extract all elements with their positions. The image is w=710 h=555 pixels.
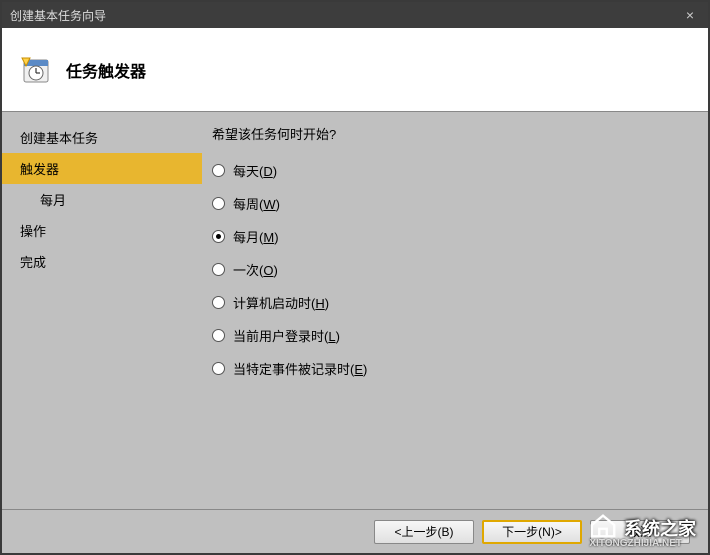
radio-row: 当前用户登录时(L): [212, 326, 696, 345]
radio-row: 每周(W): [212, 194, 696, 213]
radio-o[interactable]: [212, 263, 225, 276]
radio-label[interactable]: 一次(O): [233, 260, 278, 279]
radio-label[interactable]: 计算机启动时(H): [233, 293, 329, 312]
sidebar-item-monthly[interactable]: 每月: [2, 184, 202, 215]
wizard-window: 创建基本任务向导 × 任务触发器 创建基本任务 触发器 每月 操: [0, 0, 710, 555]
radio-label[interactable]: 每月(M): [233, 227, 279, 246]
titlebar: 创建基本任务向导 ×: [2, 2, 708, 28]
question-label: 希望该任务何时开始?: [212, 124, 696, 143]
radio-label[interactable]: 当前用户登录时(L): [233, 326, 340, 345]
header: 任务触发器: [2, 28, 708, 112]
radio-d[interactable]: [212, 164, 225, 177]
radio-row: 每月(M): [212, 227, 696, 246]
sidebar-item-trigger[interactable]: 触发器: [2, 153, 202, 184]
radio-m[interactable]: [212, 230, 225, 243]
cancel-button[interactable]: 取消: [590, 520, 690, 544]
sidebar-item-finish[interactable]: 完成: [2, 246, 202, 277]
radio-row: 当特定事件被记录时(E): [212, 359, 696, 378]
radio-l[interactable]: [212, 329, 225, 342]
radio-w[interactable]: [212, 197, 225, 210]
scheduler-icon: [20, 54, 52, 86]
sidebar: 创建基本任务 触发器 每月 操作 完成: [2, 112, 202, 509]
radio-e[interactable]: [212, 362, 225, 375]
back-button[interactable]: <上一步(B): [374, 520, 474, 544]
close-icon[interactable]: ×: [680, 7, 700, 23]
radio-label[interactable]: 每周(W): [233, 194, 280, 213]
page-title: 任务触发器: [66, 58, 146, 82]
window-title: 创建基本任务向导: [10, 7, 106, 24]
footer: <上一步(B) 下一步(N)> 取消: [2, 509, 708, 553]
radio-row: 每天(D): [212, 161, 696, 180]
radio-label[interactable]: 当特定事件被记录时(E): [233, 359, 367, 378]
sidebar-item-action[interactable]: 操作: [2, 215, 202, 246]
radio-row: 一次(O): [212, 260, 696, 279]
next-button[interactable]: 下一步(N)>: [482, 520, 582, 544]
radio-label[interactable]: 每天(D): [233, 161, 277, 180]
radio-row: 计算机启动时(H): [212, 293, 696, 312]
radio-h[interactable]: [212, 296, 225, 309]
sidebar-item-create[interactable]: 创建基本任务: [2, 122, 202, 153]
content-area: 任务触发器 创建基本任务 触发器 每月 操作 完成 希望该任务何时开始? 每天(…: [2, 28, 708, 553]
body: 创建基本任务 触发器 每月 操作 完成 希望该任务何时开始? 每天(D) 每周(W…: [2, 112, 708, 509]
main-panel: 希望该任务何时开始? 每天(D) 每周(W) 每月(M) 一次(O) 计算机启动时(H)…: [202, 112, 708, 509]
